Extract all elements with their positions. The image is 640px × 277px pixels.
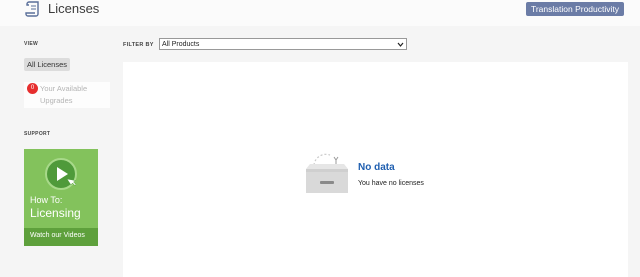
licenses-content-panel: No data You have no licenses <box>123 62 628 277</box>
filter-selected-value: All Products <box>162 41 200 48</box>
play-icon <box>45 158 77 190</box>
app-header: Licenses Translation Productivity <box>0 0 640 26</box>
empty-state-message: You have no licenses <box>358 180 424 187</box>
video-title-line1: How To: <box>30 195 63 205</box>
scroll-document-icon <box>25 1 39 17</box>
watch-videos-link[interactable]: Watch our Videos <box>30 232 85 239</box>
upgrades-count-badge: 0 <box>27 83 38 94</box>
video-title-line2: Licensing <box>30 206 81 220</box>
empty-state-title: No data <box>358 162 395 173</box>
view-heading: VIEW <box>24 41 38 47</box>
empty-box-icon <box>306 153 348 193</box>
watch-videos-bar[interactable]: Watch our Videos <box>24 228 98 246</box>
chevron-down-icon <box>397 42 404 47</box>
sidebar-item-all-licenses[interactable]: All Licenses <box>24 58 71 71</box>
page-title: Licenses <box>48 1 100 16</box>
product-filter-select[interactable]: All Products <box>159 38 407 50</box>
product-button[interactable]: Translation Productivity <box>525 2 624 16</box>
licensing-video-tile[interactable]: How To: Licensing Watch our Videos <box>24 149 98 246</box>
upgrades-label[interactable]: Your Available Upgrades <box>40 83 108 107</box>
filter-label: FILTER BY <box>123 42 154 48</box>
support-heading: SUPPORT <box>24 131 51 137</box>
